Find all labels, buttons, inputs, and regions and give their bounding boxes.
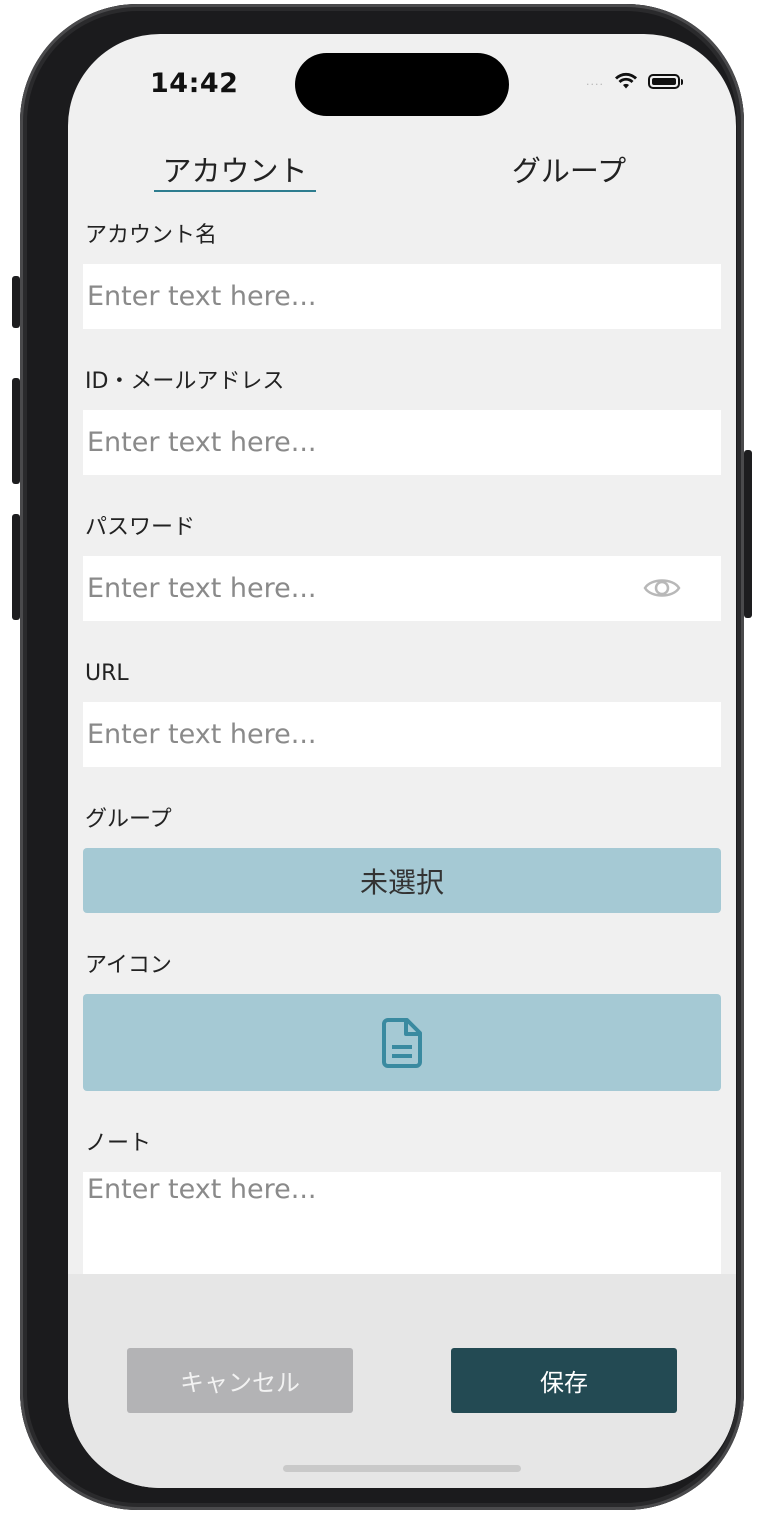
status-time: 14:42: [150, 68, 239, 99]
home-indicator[interactable]: [283, 1465, 521, 1472]
battery-icon: [648, 73, 683, 89]
tab-bar: アカウント グループ: [68, 134, 736, 204]
password-field-container: [83, 556, 721, 621]
tab-account[interactable]: アカウント: [68, 134, 402, 204]
url-input[interactable]: [83, 719, 721, 750]
power-button: [744, 450, 752, 618]
silent-switch: [12, 276, 20, 328]
account-name-label: アカウント名: [85, 223, 218, 248]
cancel-button[interactable]: キャンセル: [127, 1348, 353, 1413]
dynamic-island: [295, 53, 509, 116]
signal-icon: ....: [586, 74, 604, 88]
id-email-input[interactable]: [83, 427, 721, 458]
id-email-label: ID・メールアドレス: [85, 369, 285, 394]
password-label: パスワード: [85, 515, 196, 540]
account-form: アカウント名 ID・メールアドレス パスワード URL: [83, 220, 721, 1282]
volume-up-button: [12, 378, 20, 484]
group-select-button[interactable]: 未選択: [83, 848, 721, 913]
screen: 14:42 .... アカウント グループ アカウント名 ID・メールアドレス: [68, 34, 736, 1488]
account-name-field-container: [83, 264, 721, 329]
note-field-container: [83, 1172, 721, 1282]
phone-frame: 14:42 .... アカウント グループ アカウント名 ID・メールアドレス: [12, 4, 752, 1510]
save-button[interactable]: 保存: [451, 1348, 677, 1413]
note-textarea[interactable]: [83, 1172, 721, 1272]
url-label: URL: [85, 661, 129, 686]
document-icon: [382, 1017, 422, 1068]
group-label: グループ: [85, 807, 172, 832]
volume-down-button: [12, 514, 20, 620]
status-icons: ....: [586, 72, 683, 90]
icon-label: アイコン: [85, 953, 172, 978]
icon-select-button[interactable]: [83, 994, 721, 1091]
group-select-value: 未選択: [359, 865, 444, 899]
account-name-input[interactable]: [83, 281, 721, 312]
note-label: ノート: [85, 1131, 152, 1156]
password-input[interactable]: [83, 573, 721, 604]
tab-group[interactable]: グループ: [402, 134, 736, 204]
wifi-icon: [615, 72, 637, 89]
eye-icon[interactable]: [643, 574, 681, 602]
action-bar: キャンセル 保存: [68, 1274, 736, 1488]
id-email-field-container: [83, 410, 721, 475]
url-field-container: [83, 702, 721, 767]
